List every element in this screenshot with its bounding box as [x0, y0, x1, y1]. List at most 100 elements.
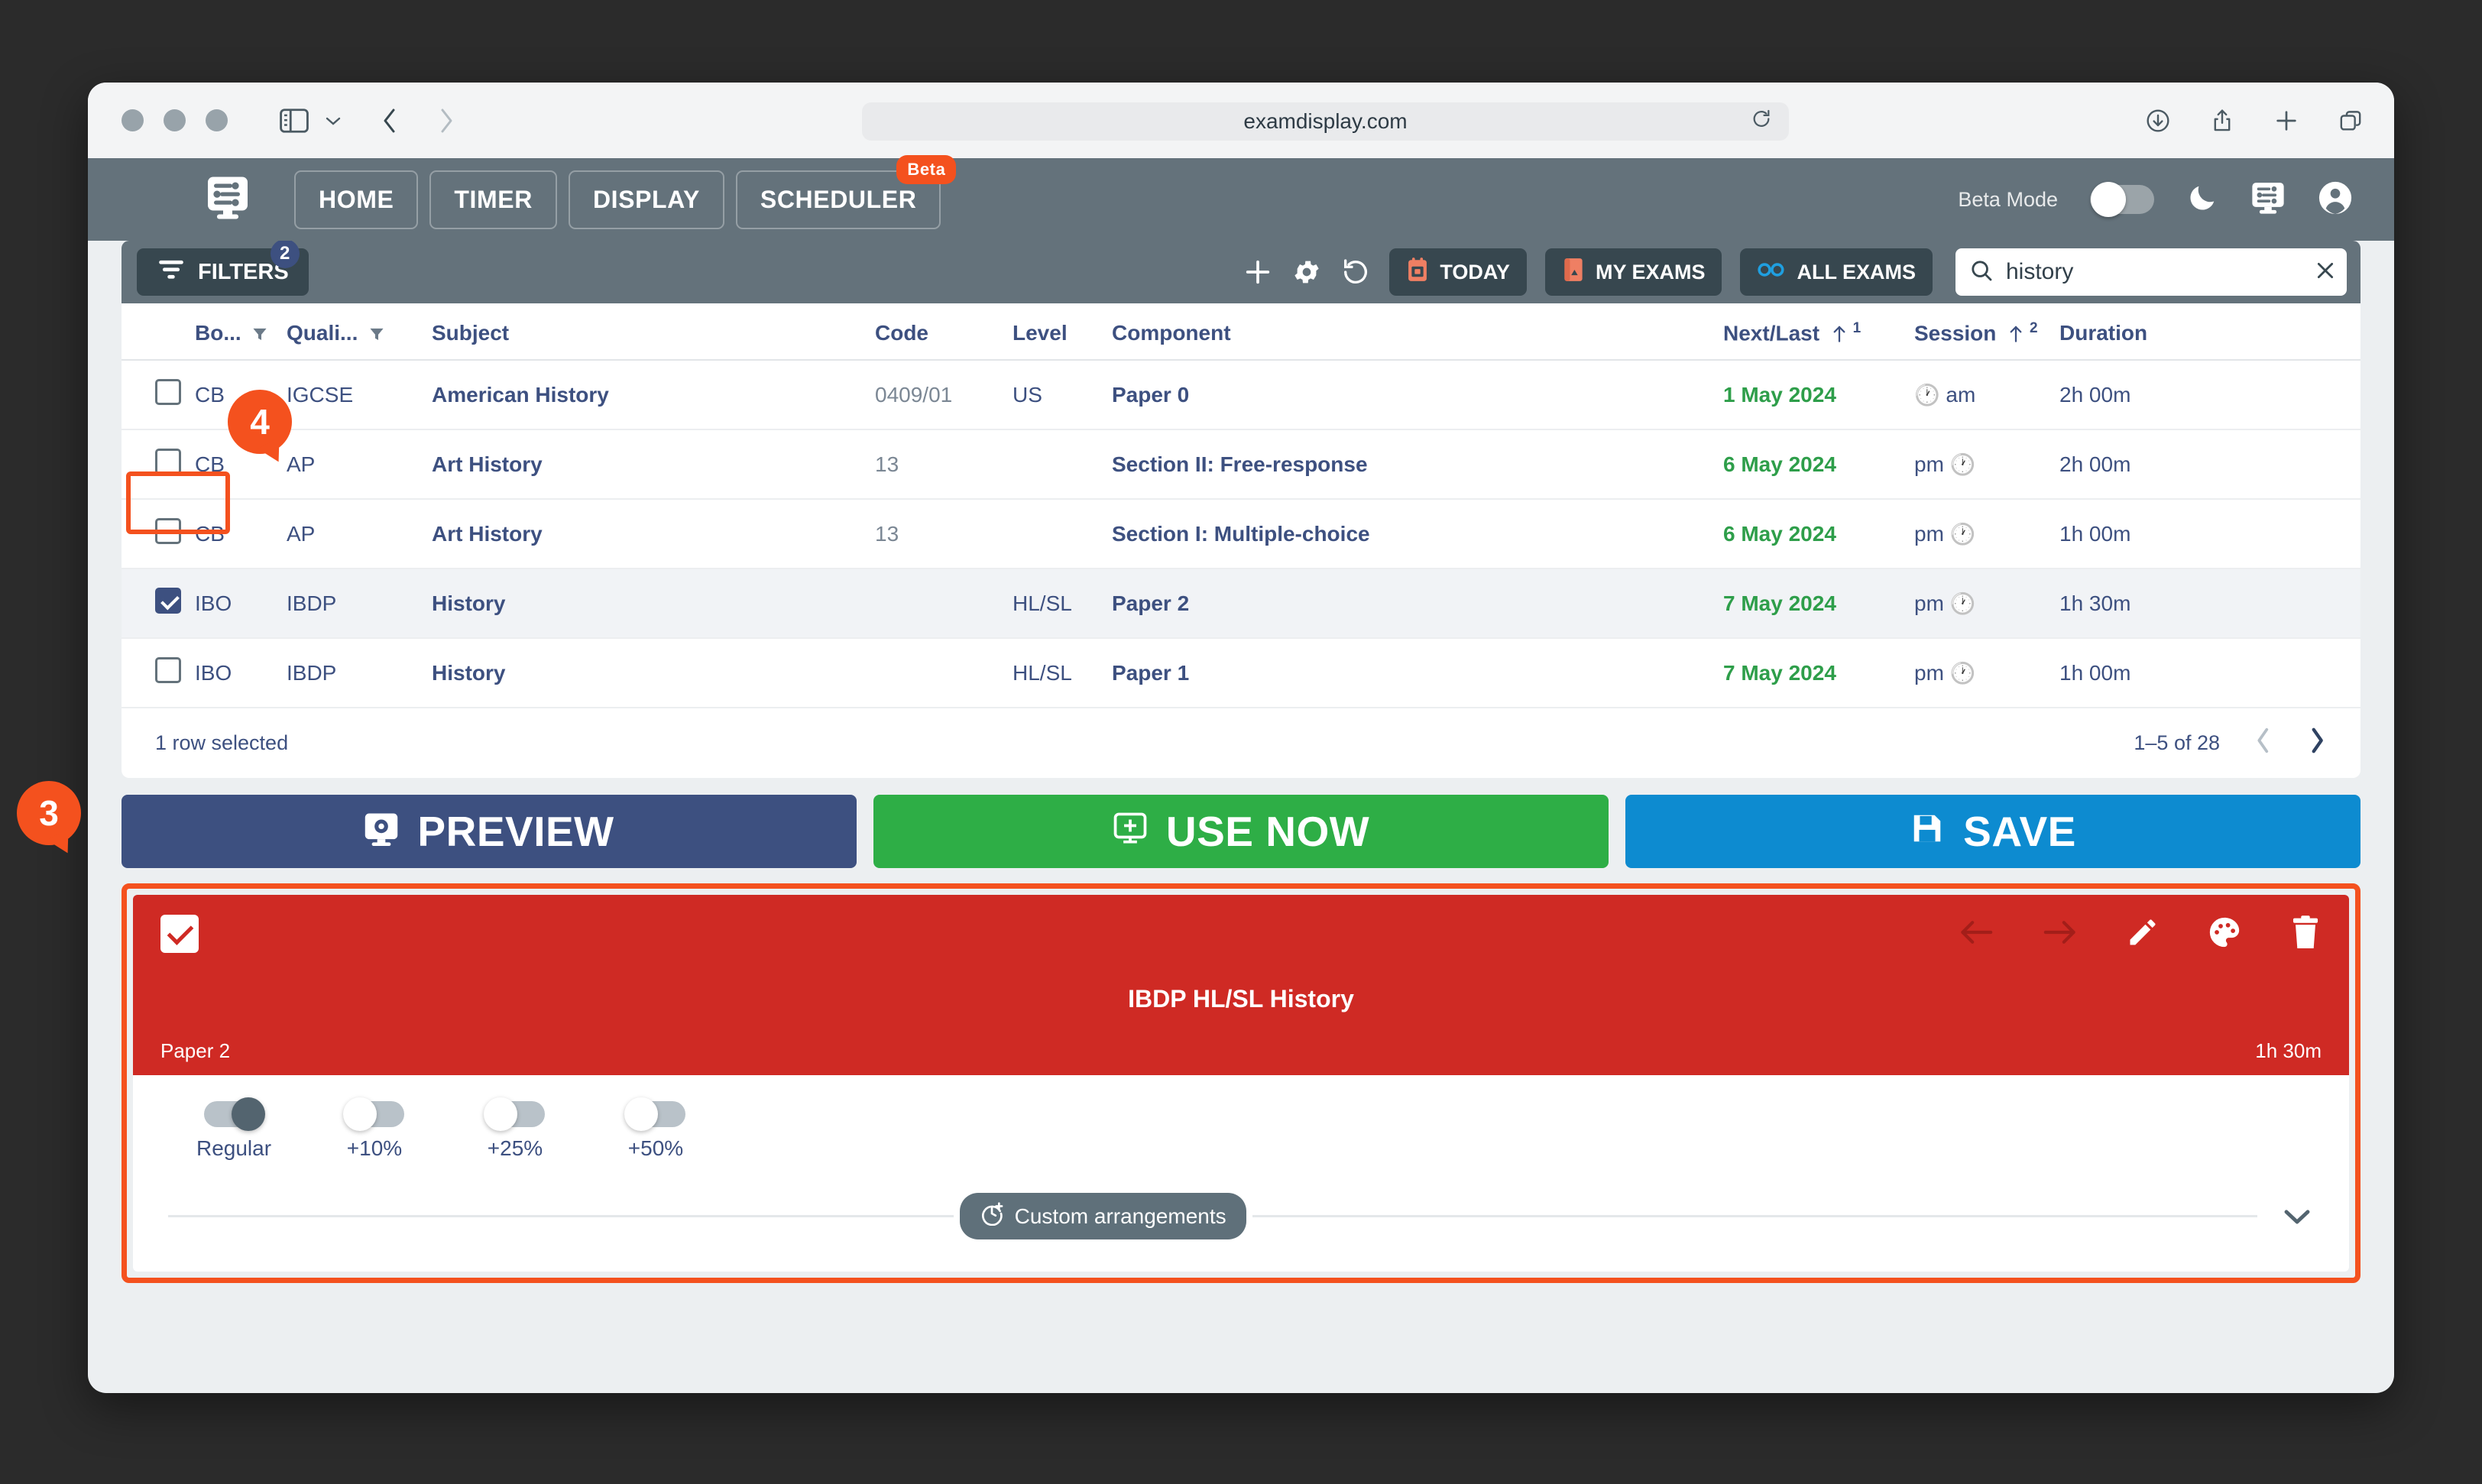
expand-card-chevron-down-icon[interactable]: [2280, 1206, 2314, 1227]
add-icon[interactable]: [1243, 257, 1273, 287]
previous-page-button[interactable]: [2254, 725, 2273, 761]
extra-time-toggle-item[interactable]: +25%: [474, 1097, 556, 1161]
search-input[interactable]: [2006, 259, 2301, 285]
new-tab-icon[interactable]: [2273, 108, 2299, 134]
row-select-cell[interactable]: [122, 638, 195, 709]
maximize-window-button[interactable]: [206, 109, 228, 131]
palette-icon[interactable]: [2207, 915, 2242, 954]
column-board[interactable]: Bo...: [195, 303, 287, 361]
row-checkbox[interactable]: [155, 657, 181, 684]
window-controls[interactable]: [122, 109, 228, 131]
exam-card-actions: [1958, 915, 2322, 954]
forward-icon[interactable]: [437, 105, 455, 136]
row-select-cell[interactable]: [122, 569, 195, 640]
infinity-icon: [1757, 261, 1786, 284]
extra-time-toggle-item[interactable]: +50%: [614, 1097, 697, 1161]
row-checkbox[interactable]: [155, 518, 181, 545]
clock-icon: 🕐: [1949, 661, 1976, 685]
use-now-button[interactable]: USE NOW: [873, 795, 1609, 869]
session-label: pm: [1914, 660, 1944, 685]
arrow-left-icon[interactable]: [1958, 917, 1994, 951]
next-page-button[interactable]: [2307, 725, 2327, 761]
arrow-right-icon[interactable]: [2042, 917, 2079, 951]
all-exams-button[interactable]: ALL EXAMS: [1740, 248, 1933, 296]
clear-search-icon[interactable]: [2313, 258, 2338, 287]
today-button[interactable]: TODAY: [1389, 248, 1527, 296]
download-icon[interactable]: [2145, 108, 2171, 134]
url-text: examdisplay.com: [1243, 109, 1408, 133]
minimize-window-button[interactable]: [164, 109, 186, 131]
column-qualification[interactable]: Quali...: [287, 303, 432, 361]
action-buttons: PREVIEW USE NOW SAVE: [122, 795, 2360, 869]
cell-session: pm 🕐: [1914, 569, 2059, 640]
share-icon[interactable]: [2209, 108, 2235, 134]
row-select-cell[interactable]: [122, 429, 195, 501]
custom-arrangements-button[interactable]: Custom arrangements: [959, 1193, 1246, 1240]
table-row[interactable]: CB AP Art History 13 Section II: Free-respon…: [122, 429, 2360, 501]
row-checkbox[interactable]: [155, 588, 181, 614]
extra-time-switch[interactable]: [343, 1097, 404, 1132]
refresh-icon[interactable]: [1340, 257, 1371, 287]
account-icon[interactable]: [2318, 180, 2353, 219]
sort-ascending-icon[interactable]: [2002, 321, 2030, 345]
table-row[interactable]: IBO IBDP History HL/SL Paper 27 May 2024 pm 🕐…: [122, 569, 2360, 640]
delete-icon[interactable]: [2289, 915, 2322, 954]
filters-button[interactable]: FILTERS 2: [137, 241, 309, 296]
row-checkbox[interactable]: [155, 449, 181, 475]
nav-tab-home[interactable]: HOME: [294, 170, 419, 229]
toggle-knob: [343, 1097, 377, 1132]
back-icon[interactable]: [381, 105, 399, 136]
nav-tab-display[interactable]: DISPLAY: [568, 170, 724, 229]
annotation-badge-4: 4: [228, 390, 292, 454]
column-code[interactable]: Code: [875, 303, 1013, 361]
preview-button[interactable]: PREVIEW: [122, 795, 857, 869]
table-row[interactable]: IBO IBDP History HL/SL Paper 17 May 2024 pm 🕐…: [122, 638, 2360, 709]
filter-icon[interactable]: [247, 321, 268, 345]
search-box[interactable]: [1955, 248, 2347, 296]
cell-component: Paper 2: [1112, 569, 1723, 640]
nav-tab-scheduler[interactable]: SCHEDULER Beta: [735, 154, 957, 229]
extra-time-switch[interactable]: [624, 1097, 685, 1132]
extra-time-switch[interactable]: [204, 1097, 265, 1132]
close-window-button[interactable]: [122, 109, 144, 131]
edit-icon[interactable]: [2126, 915, 2160, 953]
gear-icon[interactable]: [1291, 257, 1322, 287]
tabs-icon[interactable]: [2338, 108, 2364, 134]
address-bar[interactable]: examdisplay.com: [862, 102, 1789, 141]
table-row[interactable]: CB IGCSE American History 0409/01 US Paper 01…: [122, 360, 2360, 431]
beta-mode-toggle[interactable]: [2090, 182, 2154, 217]
column-component[interactable]: Component: [1112, 303, 1723, 361]
column-duration[interactable]: Duration: [2059, 303, 2360, 361]
table-header: Bo... Quali... Subject Code Level Compon…: [122, 303, 2360, 361]
column-level[interactable]: Level: [1013, 303, 1112, 361]
filter-icon[interactable]: [364, 321, 385, 345]
row-select-cell[interactable]: [122, 360, 195, 431]
table-row[interactable]: CB AP Art History 13 Section I: Multiple-cho…: [122, 499, 2360, 570]
my-exams-button[interactable]: MY EXAMS: [1544, 248, 1722, 296]
my-exams-label: MY EXAMS: [1595, 260, 1706, 284]
extra-time-toggle-item[interactable]: +10%: [333, 1097, 416, 1161]
row-select-cell[interactable]: [122, 499, 195, 570]
cell-next-last: 6 May 2024: [1723, 429, 1914, 501]
nav-tab-timer[interactable]: TIMER: [429, 170, 557, 229]
column-subject[interactable]: Subject: [432, 303, 875, 361]
sort-ascending-icon[interactable]: [1826, 321, 1853, 345]
sidebar-icon[interactable]: [280, 108, 309, 133]
table-header-row: Bo... Quali... Subject Code Level Compon…: [122, 303, 2360, 361]
cell-level: HL/SL: [1013, 569, 1112, 640]
reload-icon[interactable]: [1751, 109, 1772, 135]
app-logo-icon[interactable]: [206, 176, 249, 224]
exam-card-checkbox[interactable]: [160, 915, 199, 954]
column-next-last[interactable]: Next/Last 1: [1723, 303, 1914, 361]
pagination-range: 1–5 of 28: [2134, 731, 2220, 755]
custom-arrangements-label: Custom arrangements: [1014, 1204, 1226, 1228]
extra-time-toggle-item[interactable]: Regular: [193, 1097, 275, 1161]
row-checkbox[interactable]: [155, 379, 181, 406]
extra-time-switch[interactable]: [484, 1097, 545, 1132]
dark-mode-icon[interactable]: [2186, 182, 2218, 218]
column-session[interactable]: Session 2: [1914, 303, 2059, 361]
save-button[interactable]: SAVE: [1625, 795, 2360, 869]
column-duration-label: Duration: [2059, 320, 2148, 345]
chevron-down-icon[interactable]: [324, 115, 342, 127]
display-icon[interactable]: [2250, 180, 2286, 219]
